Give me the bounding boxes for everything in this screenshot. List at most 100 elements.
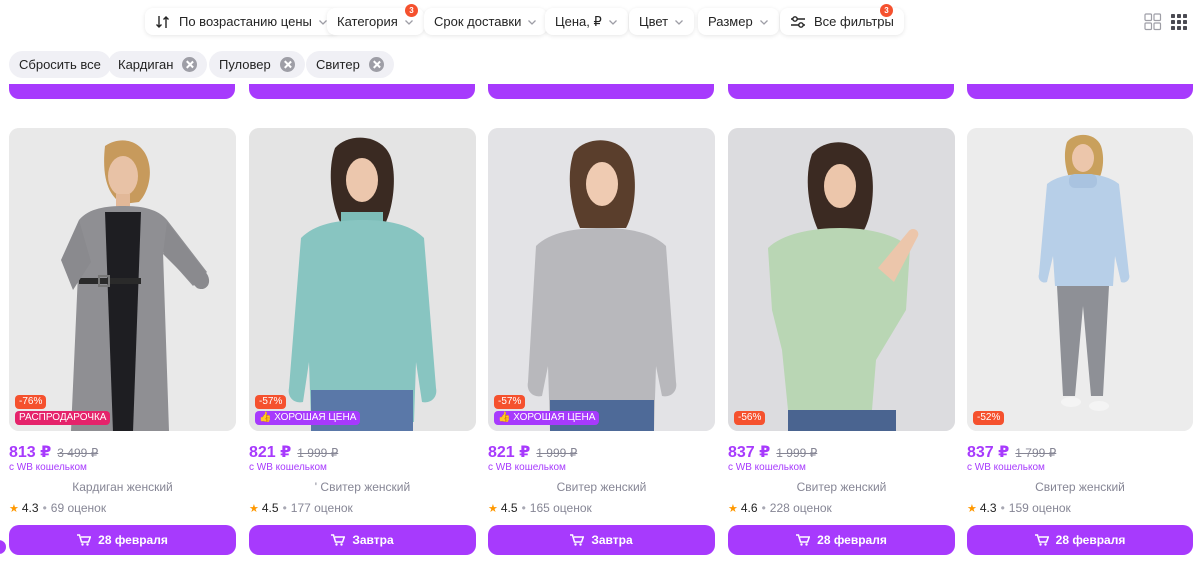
thumbs-up-icon: 👍 — [259, 412, 272, 423]
rating-value: 4.3 — [21, 501, 39, 515]
close-icon[interactable] — [368, 57, 384, 72]
price-filter[interactable]: Цена, ₽ — [545, 8, 628, 35]
sort-label: По возрастанию цены — [179, 14, 312, 29]
category-filter[interactable]: Категория 3 — [327, 4, 424, 35]
wallet-note: с WB кошельком — [728, 462, 806, 473]
previous-row-buy-button[interactable] — [967, 84, 1193, 99]
product-name[interactable]: Свитер женский — [967, 480, 1193, 494]
product-card[interactable]: -56% 837 ₽ 1 999 ₽ с WB кошельком Свитер… — [728, 128, 955, 558]
product-name[interactable]: Свитер женский — [488, 480, 715, 494]
product-photo[interactable]: -57% 👍 ХОРОШАЯ ЦЕНА — [488, 128, 715, 431]
cart-icon — [77, 534, 92, 546]
wallet-note: с WB кошельком — [967, 462, 1045, 473]
product-name[interactable]: ' Свитер женский — [249, 480, 476, 494]
product-rating: ★ 4.5 • 165 оценок — [488, 501, 592, 515]
cart-icon — [1034, 534, 1049, 546]
chip-cardigan[interactable]: Кардиган — [108, 51, 208, 78]
product-photo[interactable]: -52% — [967, 128, 1193, 431]
product-card[interactable]: -76% РАСПРОДАРОЧКА 813 ₽ 3 499 ₽ с WB ко… — [9, 128, 236, 558]
rating-value: 4.3 — [979, 501, 997, 515]
chip-label: Пуловер — [219, 57, 271, 72]
current-price: 821 ₽ — [488, 444, 531, 461]
add-to-cart-button[interactable]: 28 февраля — [728, 525, 955, 555]
chip-label: Кардиган — [118, 57, 174, 72]
rating-value: 4.6 — [740, 501, 758, 515]
current-price: 813 ₽ — [9, 444, 52, 461]
chevron-down-icon — [608, 19, 617, 25]
all-filters-label: Все фильтры — [814, 14, 894, 29]
add-to-cart-button[interactable]: Завтра — [488, 525, 715, 555]
grid-small-icon[interactable] — [1171, 14, 1187, 30]
category-label: Категория — [337, 14, 398, 29]
side-scroll-button[interactable] — [0, 540, 6, 554]
star-icon: ★ — [728, 502, 738, 515]
chevron-down-icon — [759, 19, 768, 25]
sliders-icon — [791, 15, 805, 28]
star-icon: ★ — [967, 502, 977, 515]
add-to-cart-button[interactable]: 28 февраля — [9, 525, 236, 555]
current-price: 837 ₽ — [728, 444, 771, 461]
reviews-count[interactable]: 159 оценок — [1009, 501, 1071, 515]
promo-tag-label: ХОРОШАЯ ЦЕНА — [513, 412, 596, 423]
delivery-date: 28 февраля — [1055, 533, 1126, 547]
chevron-down-icon — [675, 19, 684, 25]
price-row: 837 ₽ 1 799 ₽ — [967, 442, 1056, 462]
product-rating: ★ 4.3 • 69 оценок — [9, 501, 106, 515]
discount-badge: -57% — [255, 395, 287, 409]
size-filter[interactable]: Размер — [698, 8, 779, 35]
product-photo[interactable]: -56% — [728, 128, 955, 431]
reset-all-chip[interactable]: Сбросить все — [9, 51, 111, 78]
wallet-note: с WB кошельком — [249, 462, 327, 473]
previous-row-buy-button[interactable] — [488, 84, 714, 99]
product-card[interactable]: -57% 👍 ХОРОШАЯ ЦЕНА 821 ₽ 1 999 ₽ с WB к… — [249, 128, 476, 558]
price-row: 837 ₽ 1 999 ₽ — [728, 442, 817, 462]
previous-row-buy-button[interactable] — [728, 84, 954, 99]
separator-dot: • — [761, 501, 766, 515]
previous-row-buy-button[interactable] — [9, 84, 235, 99]
discount-badge: -76% — [15, 395, 47, 409]
discount-badge: -56% — [734, 411, 766, 425]
reviews-count[interactable]: 69 оценок — [51, 501, 106, 515]
add-to-cart-button[interactable]: 28 февраля — [967, 525, 1193, 555]
price-row: 813 ₽ 3 499 ₽ — [9, 442, 98, 462]
delivery-date: Завтра — [352, 533, 394, 547]
product-name[interactable]: Кардиган женский — [9, 480, 236, 494]
color-filter[interactable]: Цвет — [629, 8, 695, 35]
cart-icon — [331, 534, 346, 546]
previous-row-buy-button[interactable] — [249, 84, 475, 99]
close-icon[interactable] — [279, 57, 295, 72]
color-label: Цвет — [639, 14, 669, 29]
product-rating: ★ 4.3 • 159 оценок — [967, 501, 1071, 515]
promo-tag: 👍 ХОРОШАЯ ЦЕНА — [494, 411, 600, 425]
price-label: Цена, ₽ — [555, 13, 602, 29]
size-label: Размер — [708, 14, 753, 29]
delivery-filter[interactable]: Срок доставки — [424, 8, 548, 35]
star-icon: ★ — [9, 502, 19, 515]
grid-large-icon[interactable] — [1144, 13, 1162, 31]
price-row: 821 ₽ 1 999 ₽ — [249, 442, 338, 462]
add-to-cart-button[interactable]: Завтра — [249, 525, 476, 555]
chevron-down-icon — [528, 19, 537, 25]
product-card[interactable]: -52% 837 ₽ 1 799 ₽ с WB кошельком Свитер… — [967, 128, 1193, 558]
close-icon[interactable] — [182, 57, 198, 72]
old-price: 1 999 ₽ — [776, 446, 818, 460]
reviews-count[interactable]: 228 оценок — [770, 501, 832, 515]
delivery-date: Завтра — [591, 533, 633, 547]
all-filters-button[interactable]: Все фильтры 3 — [780, 4, 904, 35]
chip-pullover[interactable]: Пуловер — [209, 51, 305, 78]
reviews-count[interactable]: 165 оценок — [530, 501, 592, 515]
product-photo[interactable]: -76% РАСПРОДАРОЧКА — [9, 128, 236, 431]
wallet-note: с WB кошельком — [9, 462, 87, 473]
sort-button[interactable]: По возрастанию цены — [145, 8, 338, 35]
current-price: 821 ₽ — [249, 444, 292, 461]
product-name[interactable]: Свитер женский — [728, 480, 955, 494]
product-card[interactable]: -57% 👍 ХОРОШАЯ ЦЕНА 821 ₽ 1 999 ₽ с WB к… — [488, 128, 715, 558]
delivery-date: 28 февраля — [98, 533, 168, 547]
product-photo[interactable]: -57% 👍 ХОРОШАЯ ЦЕНА — [249, 128, 476, 431]
separator-dot: • — [282, 501, 287, 515]
old-price: 1 799 ₽ — [1015, 446, 1057, 460]
old-price: 1 999 ₽ — [297, 446, 339, 460]
price-row: 821 ₽ 1 999 ₽ — [488, 442, 577, 462]
reviews-count[interactable]: 177 оценок — [291, 501, 353, 515]
chip-sweater[interactable]: Свитер — [306, 51, 394, 78]
